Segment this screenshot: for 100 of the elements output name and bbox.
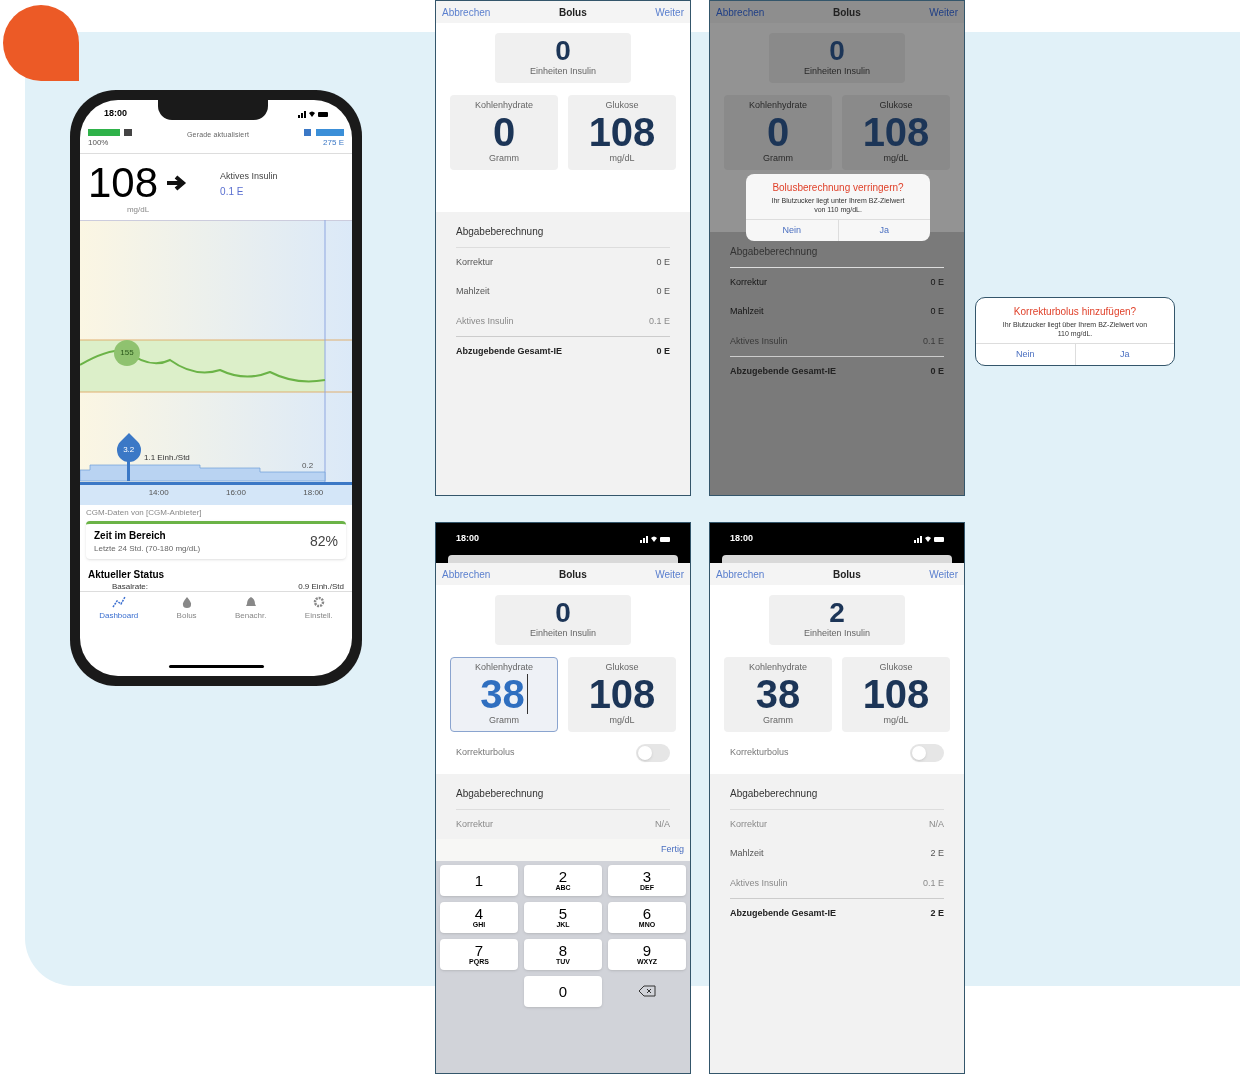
glucose-unit: mg/dL (883, 714, 909, 727)
glucose-value: 108 (862, 112, 930, 152)
done-button[interactable]: Fertig (661, 843, 684, 857)
signal-wifi-battery-icon (298, 110, 328, 118)
insulin-units-value: 0 (555, 37, 571, 65)
current-status-title: Aktueller Status (87, 568, 166, 582)
basal-rate-label: 1.1 Einh./Std (144, 452, 190, 464)
carbs-card[interactable]: Kohlenhydrate 0 Gramm (450, 94, 558, 170)
basal-rate-label: Basalrate: (111, 583, 149, 591)
toggle-knob (912, 745, 926, 760)
row-value: N/A (655, 817, 670, 831)
reservoir-label: 275 E (323, 137, 344, 149)
next-link[interactable]: Weiter (655, 4, 684, 20)
row-label: Mahlzeit (730, 847, 764, 860)
time-axis-label: 16:00 (225, 487, 246, 499)
glucose-unit: mg/dL (609, 152, 635, 165)
no-button[interactable]: Nein (976, 343, 1076, 365)
row-label: Aktives Insulin (456, 314, 514, 328)
screen-title: Bolus (832, 567, 861, 582)
next-link[interactable]: Weiter (929, 4, 958, 20)
no-button[interactable]: Nein (746, 219, 839, 241)
basal-rate-value: 0.9 Einh./Std (298, 583, 344, 591)
row-value: 2 E (930, 847, 944, 860)
glucose-unit: mg/dL (883, 152, 909, 165)
row-value: 0 E (930, 305, 944, 318)
dialog-title: Bolusberechnung verringern? (771, 181, 905, 195)
cgm-source-note: CGM-Daten von [CGM-Anbieter] (85, 507, 203, 519)
carbs-unit: Gramm (489, 714, 519, 727)
time-in-range-title: Zeit im Bereich (94, 529, 167, 543)
glucose-card[interactable]: Glukose 108 mg/dL (568, 94, 676, 170)
cancel-link[interactable]: Abbrechen (716, 4, 765, 20)
total-value: 0 E (930, 365, 944, 378)
glucose-unit: mg/dL (126, 204, 150, 216)
tab-item[interactable]: Benachr. (234, 596, 267, 622)
next-link[interactable]: Weiter (929, 566, 958, 582)
carbs-unit: Gramm (763, 714, 793, 727)
total-label: Abzugebende Gesamt-IE (730, 907, 837, 920)
carbs-card[interactable]: Kohlenhydrate 0 Gramm (724, 94, 832, 170)
insulin-units-label: Einheiten Insulin (803, 65, 870, 78)
total-value: 0 E (656, 345, 670, 358)
calculation-title: Abgabeberechnung (456, 223, 670, 248)
row-value: 0 E (656, 285, 670, 298)
total-label: Abzugebende Gesamt-IE (456, 345, 563, 358)
glucose-card[interactable]: Glukose 108 mg/dL (842, 94, 950, 170)
carbs-unit: Gramm (489, 152, 519, 165)
correction-toggle[interactable] (910, 743, 944, 762)
screen-title: Bolus (558, 567, 587, 582)
signal-wifi-battery-icon (914, 535, 944, 543)
keypad-key[interactable]: 0 (524, 975, 602, 1007)
basal-end-label: 0.2 (302, 460, 314, 472)
correction-label: Korrekturbolus (456, 745, 515, 759)
row-label: Korrektur (456, 255, 493, 269)
yes-button[interactable]: Ja (838, 219, 930, 241)
row-label: Mahlzeit (730, 305, 764, 318)
yes-button[interactable]: Ja (1075, 343, 1174, 365)
time-in-range-subtitle: Letzte 24 Std. (70-180 mg/dL) (94, 543, 201, 555)
keypad-key[interactable]: 1 (440, 864, 518, 896)
battery-level-icon (88, 128, 132, 137)
dialog-title: Korrekturbolus hinzufügen? (1012, 305, 1138, 319)
tab-icon (311, 596, 326, 608)
carbs-value: 38 (755, 674, 801, 714)
cancel-link[interactable]: Abbrechen (442, 566, 491, 582)
row-value: 0 E (656, 255, 670, 269)
active-insulin-value: 0.1 E (220, 184, 245, 199)
row-value: 0 E (930, 275, 944, 289)
glucose-value: 108 (588, 112, 656, 152)
carbs-card[interactable]: Kohlenhydrate 38 Gramm (724, 656, 832, 732)
active-insulin-label: Aktives Insulin (220, 170, 278, 183)
glucose-unit: mg/dL (609, 714, 635, 727)
tab-item[interactable]: Dashboard (99, 596, 139, 622)
glucose-card[interactable]: Glukose 108 mg/dL (842, 656, 950, 732)
carbs-card[interactable]: Kohlenhydrate 38 Gramm (450, 656, 558, 732)
tab-item[interactable]: Bolus (176, 596, 197, 622)
screen-title: Bolus (832, 5, 861, 20)
tab-icon (243, 596, 258, 608)
cancel-link[interactable]: Abbrechen (442, 4, 491, 20)
row-label: Mahlzeit (456, 285, 490, 298)
correction-toggle[interactable] (636, 743, 670, 762)
glucose-label: Glukose (879, 98, 913, 112)
glucose-card[interactable]: Glukose 108 mg/dL (568, 656, 676, 732)
tab-item[interactable]: Einstell. (304, 596, 333, 622)
time-axis-label: 18:00 (303, 487, 324, 499)
row-label: Aktives Insulin (730, 876, 788, 890)
insulin-reservoir-icon (304, 128, 344, 137)
carbs-value: 0 (492, 112, 516, 152)
calculation-title: Abgabeberechnung (456, 785, 670, 810)
status-time: 18:00 (104, 107, 128, 121)
calculation-title: Abgabeberechnung (730, 785, 944, 810)
next-link[interactable]: Weiter (655, 566, 684, 582)
glucose-reading: 108 (88, 162, 159, 204)
row-value: 0.1 E (923, 876, 944, 890)
row-value: 0.1 E (923, 334, 944, 348)
cancel-link[interactable]: Abbrechen (716, 566, 765, 582)
row-value: N/A (929, 817, 944, 831)
battery-label: 100% (88, 137, 110, 149)
carbs-label: Kohlenhydrate (474, 660, 533, 674)
insulin-units-value: 0 (829, 37, 845, 65)
carbs-label: Kohlenhydrate (748, 660, 807, 674)
tab-icon (111, 596, 126, 608)
signal-wifi-battery-icon (640, 535, 670, 543)
